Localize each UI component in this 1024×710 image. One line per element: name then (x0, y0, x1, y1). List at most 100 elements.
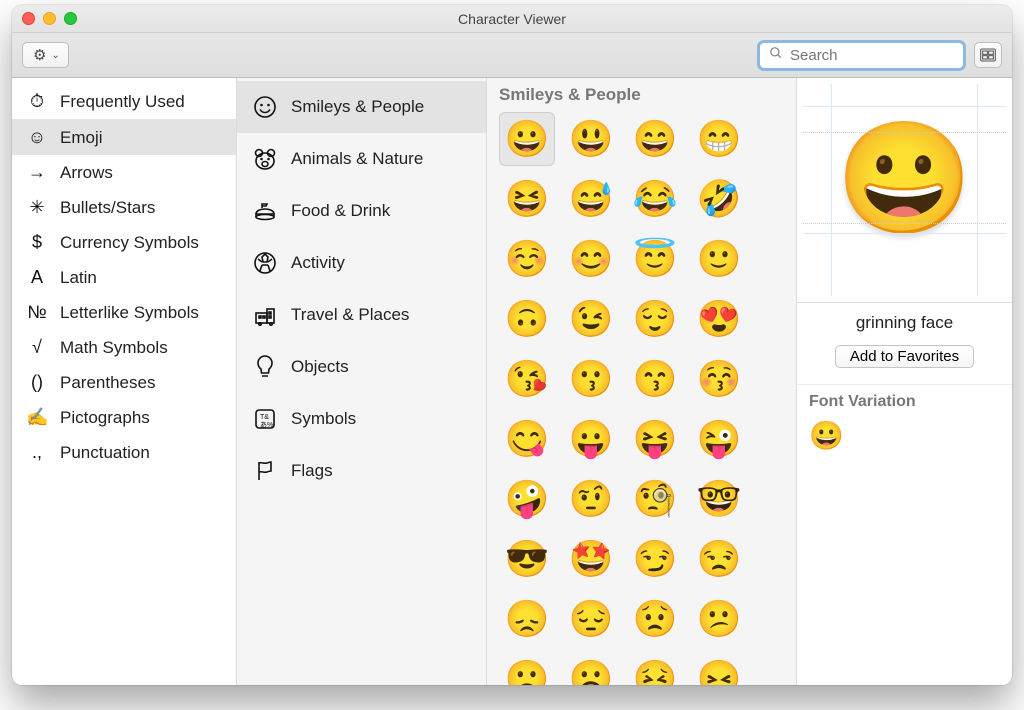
emoji-cell[interactable]: 😍 (691, 292, 747, 346)
emoji-cell[interactable]: ☺️ (499, 232, 555, 286)
bear-icon (253, 147, 277, 171)
body: ⏱Frequently Used ☺ Emoji →Arrows ✳ Bullets/St… (12, 78, 1012, 685)
sidebar-item-pictographs[interactable]: ✍Pictographs (12, 400, 236, 435)
emoji-cell[interactable]: 😂 (627, 172, 683, 226)
emoji-cell[interactable]: 😏 (627, 532, 683, 586)
subcategory-item-label: Flags (291, 461, 333, 481)
emoji-cell[interactable]: 😗 (563, 352, 619, 406)
subcategory-item-travel-places[interactable]: Travel & Places (237, 289, 486, 341)
emoji-grid[interactable]: 😀😃😄😁 😆😅😂🤣 ☺️😊😇🙂 🙃😉😌😍 😘😗😙😚 😋😛😝😜 🤪🤨🧐🤓 😎🤩😏😒 😞😔😟😕 🙁☹️… (487, 112, 796, 685)
sidebar-item-arrows[interactable]: →Arrows (12, 155, 236, 190)
emoji-cell[interactable]: 😁 (691, 112, 747, 166)
emoji-cell[interactable]: 😒 (691, 532, 747, 586)
emoji-cell[interactable]: 😣 (627, 652, 683, 685)
emoji-cell[interactable]: 🙁 (499, 652, 555, 685)
subcategory-item-food-drink[interactable]: Food & Drink (237, 185, 486, 237)
subcategory-item-smileys-people[interactable]: Smileys & People (237, 81, 486, 133)
sidebar-item-currency-symbols[interactable]: $Currency Symbols (12, 225, 236, 260)
emoji-cell[interactable]: 😛 (563, 412, 619, 466)
subcategory-item-label: Objects (291, 357, 349, 377)
font-variation-list[interactable]: 😀 (797, 415, 1012, 456)
emoji-cell[interactable]: 😌 (627, 292, 683, 346)
subcategory-item-symbols[interactable]: T&あ%Symbols (237, 393, 486, 445)
emoji-cell[interactable]: 😆 (499, 172, 555, 226)
sidebar-item-letterlike-symbols[interactable]: №Letterlike Symbols (12, 295, 236, 330)
sidebar-item-math-symbols[interactable]: √Math Symbols (12, 330, 236, 365)
preview-canvas: 😀 (797, 78, 1012, 303)
emoji-cell[interactable]: 😔 (563, 592, 619, 646)
emoji-cell[interactable]: 😕 (691, 592, 747, 646)
-icon: $ (26, 232, 48, 253)
emoji-cell[interactable]: 🤓 (691, 472, 747, 526)
subcategory-item-label: Symbols (291, 409, 356, 429)
emoji-cell[interactable]: 😇 (627, 232, 683, 286)
emoji-cell[interactable]: 😎 (499, 532, 555, 586)
emoji-grid-panel: Smileys & People 😀😃😄😁😆😅😂🤣☺️😊😇🙂🙃😉😌😍😘😗😙😚😋😛… (487, 78, 797, 685)
sidebar-item-bullets-stars[interactable]: ✳ Bullets/Stars (12, 190, 236, 225)
emoji-cell[interactable]: 😚 (691, 352, 747, 406)
emoji-cell[interactable]: 🙂 (691, 232, 747, 286)
gear-icon: ⚙ (33, 46, 46, 64)
search-field-container (759, 42, 964, 69)
subcategory-item-label: Activity (291, 253, 345, 273)
sidebar-item-label: Frequently Used (60, 92, 185, 112)
emoji-cell[interactable]: 🤩 (563, 532, 619, 586)
-icon: () (26, 372, 48, 393)
sidebar-item-frequently-used[interactable]: ⏱Frequently Used (12, 84, 236, 120)
sidebar-item-parentheses[interactable]: ()Parentheses (12, 365, 236, 400)
emoji-cell[interactable]: 😅 (563, 172, 619, 226)
-icon: ☺ (26, 127, 48, 148)
A-icon: A (26, 267, 48, 288)
category-sidebar[interactable]: ⏱Frequently Used ☺ Emoji →Arrows ✳ Bullets/St… (12, 78, 237, 685)
emoji-cell[interactable]: 😘 (499, 352, 555, 406)
emoji-cell[interactable]: 🙃 (499, 292, 555, 346)
-icon: ✍ (26, 407, 48, 428)
toggle-list-mode-button[interactable] (974, 42, 1002, 68)
emoji-cell[interactable]: 😊 (563, 232, 619, 286)
sidebar-item-label: Arrows (60, 163, 113, 183)
emoji-cell[interactable]: 😝 (627, 412, 683, 466)
emoji-cell[interactable]: 🤨 (563, 472, 619, 526)
-icon: ., (26, 442, 48, 463)
emoji-cell[interactable]: 😀 (499, 112, 555, 166)
font-variation-item[interactable]: 😀 (809, 420, 844, 451)
sidebar-item-label: Emoji (60, 128, 103, 148)
titlebar: Character Viewer (12, 5, 1012, 33)
emoji-cell[interactable]: 😜 (691, 412, 747, 466)
emoji-cell[interactable]: 😖 (691, 652, 747, 685)
add-to-favorites-button[interactable]: Add to Favorites (835, 345, 974, 368)
subcategory-item-animals-nature[interactable]: Animals & Nature (237, 133, 486, 185)
subcategory-item-activity[interactable]: Activity (237, 237, 486, 289)
emoji-cell[interactable]: 😃 (563, 112, 619, 166)
bulb-icon (253, 355, 277, 379)
emoji-cell[interactable]: 🤣 (691, 172, 747, 226)
emoji-cell[interactable]: 😋 (499, 412, 555, 466)
character-viewer-window: Character Viewer ⚙ ⌄ ⏱Frequently Used ☺ Em… (12, 5, 1012, 685)
subcategory-item-label: Smileys & People (291, 97, 424, 117)
sidebar-item-punctuation[interactable]: ., Punctuation (12, 435, 236, 470)
food-icon (253, 199, 277, 223)
subcategory-sidebar[interactable]: Smileys & People Animals & NatureFood & D… (237, 78, 487, 685)
-icon: № (26, 302, 48, 323)
search-input[interactable] (759, 42, 964, 69)
emoji-cell[interactable]: 😙 (627, 352, 683, 406)
sidebar-item-label: Punctuation (60, 443, 150, 463)
emoji-cell[interactable]: 😉 (563, 292, 619, 346)
emoji-cell[interactable]: ☹️ (563, 652, 619, 685)
emoji-cell[interactable]: 😟 (627, 592, 683, 646)
emoji-cell[interactable]: 😄 (627, 112, 683, 166)
action-menu-button[interactable]: ⚙ ⌄ (22, 42, 69, 68)
subcategory-item-objects[interactable]: Objects (237, 341, 486, 393)
-icon: ✳ (26, 197, 48, 218)
sidebar-item-label: Bullets/Stars (60, 198, 155, 218)
sidebar-item-label: Latin (60, 268, 97, 288)
svg-text:T&: T& (260, 414, 269, 421)
emoji-cell[interactable]: 🧐 (627, 472, 683, 526)
sidebar-item-emoji[interactable]: ☺ Emoji (12, 120, 236, 155)
sidebar-item-latin[interactable]: A Latin (12, 260, 236, 295)
smiley-icon (253, 95, 277, 119)
subcategory-item-flags[interactable]: Flags (237, 445, 486, 497)
subcategory-item-label: Travel & Places (291, 305, 409, 325)
emoji-cell[interactable]: 😞 (499, 592, 555, 646)
emoji-cell[interactable]: 🤪 (499, 472, 555, 526)
